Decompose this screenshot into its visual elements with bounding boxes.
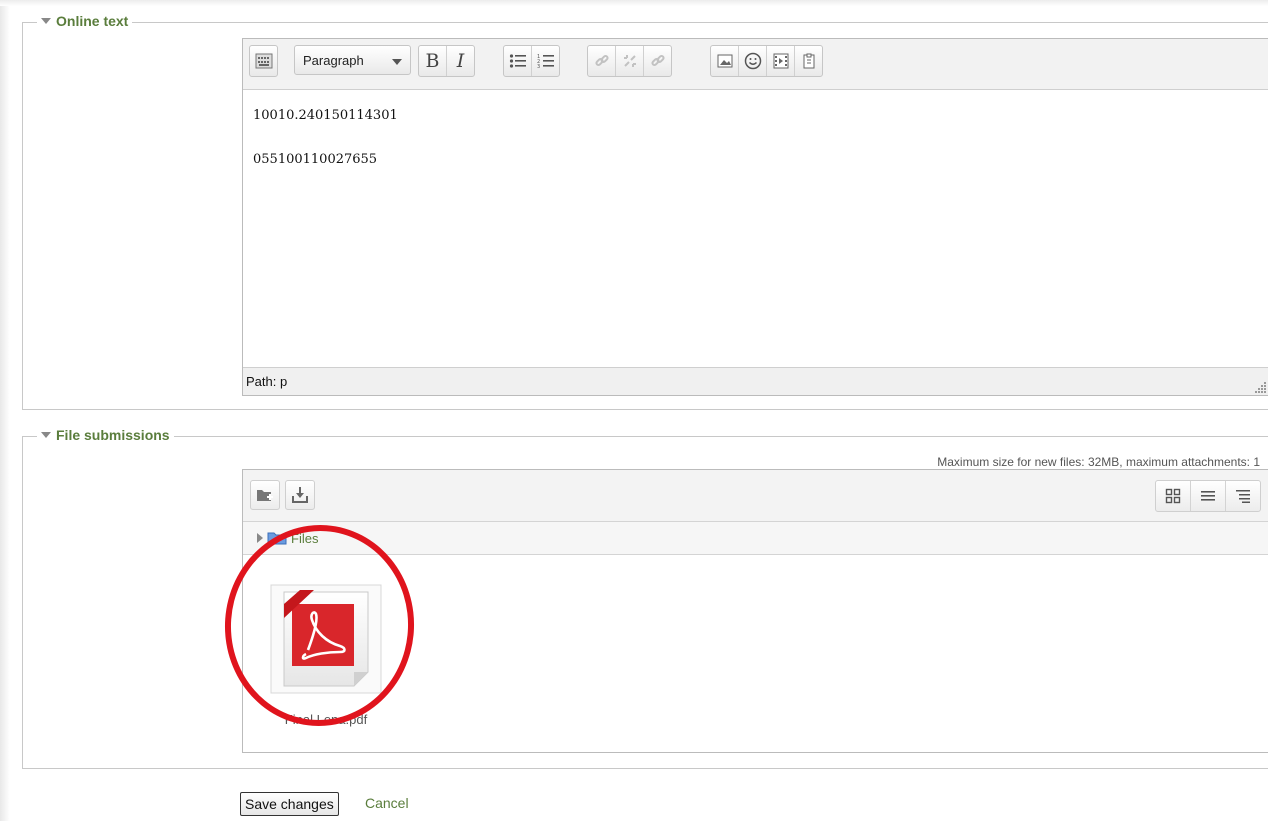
text-line-1: 10010.240150114301	[253, 108, 398, 123]
paste-word-icon[interactable]	[795, 46, 822, 76]
editor-toolbar: Paragraph B I 123	[243, 39, 1268, 90]
file-manager: Files	[242, 469, 1268, 753]
link-icon[interactable]	[588, 46, 616, 76]
tree-view-icon	[1236, 490, 1250, 503]
expand-triangle-icon[interactable]	[257, 533, 263, 543]
page-shadow-left	[0, 0, 10, 821]
toolbar-group-lists: 123	[503, 45, 560, 77]
toolbar-group-links	[587, 45, 672, 77]
icon-view-button[interactable]	[1156, 481, 1191, 511]
bold-icon[interactable]: B	[419, 46, 447, 76]
file-manager-toolbar	[243, 470, 1268, 522]
list-view-icon	[1201, 491, 1215, 501]
unlink-icon[interactable]	[616, 46, 644, 76]
editor-content-area[interactable]: 10010.240150114301 055100110027655	[243, 90, 1268, 366]
toggle-toolbar-icon[interactable]	[250, 46, 277, 76]
editor-statusbar: Path: p	[243, 367, 1268, 395]
collapse-triangle-icon	[41, 18, 51, 24]
save-changes-button[interactable]: Save changes	[240, 792, 339, 816]
toolbar-group-text: B I	[418, 45, 475, 77]
file-name-label[interactable]: Final Lena.pdf	[270, 712, 382, 727]
italic-icon[interactable]: I	[447, 46, 474, 76]
toolbar-group-toggle	[249, 45, 278, 77]
path-label: Path: p	[246, 374, 288, 389]
cancel-link[interactable]: Cancel	[365, 795, 409, 811]
grid-view-icon	[1165, 488, 1181, 504]
folder-add-icon	[257, 490, 273, 501]
text-line-2: 055100110027655	[253, 152, 378, 167]
format-select[interactable]: Paragraph	[294, 45, 411, 75]
folder-icon	[267, 532, 287, 545]
download-all-button[interactable]	[285, 480, 315, 510]
toolbar-group-insert	[710, 45, 823, 77]
svg-text:3: 3	[537, 64, 540, 69]
create-folder-button[interactable]	[250, 480, 280, 510]
max-size-info: Maximum size for new files: 32MB, maximu…	[937, 455, 1260, 469]
breadcrumb-files[interactable]: Files	[291, 531, 318, 546]
view-mode-group	[1155, 480, 1261, 512]
bullet-list-icon[interactable]	[504, 46, 532, 76]
page-shadow-top	[0, 0, 1268, 6]
anchor-icon[interactable]	[644, 46, 671, 76]
image-icon[interactable]	[711, 46, 739, 76]
tree-view-button[interactable]	[1226, 481, 1260, 511]
online-text-legend[interactable]: Online text	[37, 13, 133, 29]
emoticon-icon[interactable]	[739, 46, 767, 76]
online-text-editor: Paragraph B I 123 10010.240150114301 055…	[242, 38, 1268, 396]
download-icon	[292, 487, 308, 503]
numbered-list-icon[interactable]: 123	[532, 46, 559, 76]
file-submissions-legend[interactable]: File submissions	[37, 427, 174, 443]
collapse-triangle-icon	[41, 432, 51, 438]
file-breadcrumb: Files	[243, 522, 1268, 555]
chevron-down-icon	[392, 59, 402, 65]
resize-grip-icon[interactable]	[1255, 381, 1267, 393]
pdf-file-icon[interactable]	[270, 584, 382, 694]
media-icon[interactable]	[767, 46, 795, 76]
list-view-button[interactable]	[1191, 481, 1226, 511]
